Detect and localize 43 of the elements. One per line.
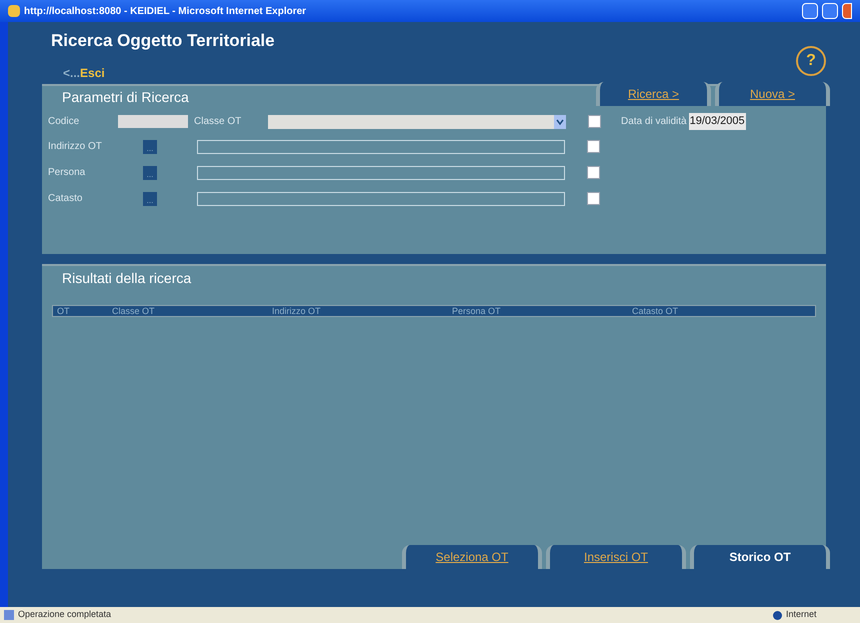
date-field[interactable]: 19/03/2005: [688, 113, 746, 130]
field-label: Indirizzo OT: [48, 140, 103, 154]
column-header: Persona OT: [452, 306, 502, 316]
minimize-button[interactable]: [802, 3, 818, 19]
panel-title: Parametri di Ricerca: [62, 88, 189, 106]
tab[interactable]: Seleziona OT: [402, 544, 542, 568]
class-dropdown[interactable]: [268, 114, 566, 128]
browse-button[interactable]: ...: [143, 166, 157, 180]
checkbox[interactable]: [587, 140, 600, 153]
exit-link[interactable]: <...Esci: [63, 64, 275, 82]
column-header: Catasto OT: [632, 306, 680, 316]
field-label: Data di validità: [621, 115, 687, 129]
field-label: Catasto: [48, 192, 84, 206]
tab[interactable]: Nuova >: [715, 82, 830, 106]
browser-icon: [8, 5, 20, 17]
page-title: Ricerca Oggetto Territoriale: [51, 30, 275, 52]
text-field[interactable]: [197, 192, 565, 206]
code-field[interactable]: [118, 115, 188, 128]
tab[interactable]: Storico OT: [690, 544, 830, 568]
field-label: Codice: [48, 115, 80, 129]
checkbox[interactable]: [587, 166, 600, 179]
zone-label: Internet: [786, 608, 818, 622]
status-message: Operazione completata: [18, 608, 112, 622]
browse-button[interactable]: ...: [143, 192, 157, 206]
checkbox[interactable]: [588, 115, 601, 128]
panel-title: Risultati della ricerca: [62, 268, 192, 288]
column-header: Indirizzo OT: [272, 306, 322, 316]
close-button[interactable]: [842, 3, 852, 19]
tab[interactable]: Ricerca >: [596, 82, 711, 106]
globe-icon: [773, 610, 782, 620]
tab[interactable]: Inserisci OT: [546, 544, 686, 568]
page-icon: [4, 610, 14, 620]
maximize-button[interactable]: [822, 3, 838, 19]
help-button[interactable]: ?: [796, 46, 826, 76]
checkbox[interactable]: [587, 192, 600, 205]
field-label: Classe OT: [194, 115, 242, 129]
column-header: Classe OT: [112, 306, 156, 316]
window-title: http://localhost:8080 - KEIDIEL - Microsoft Internet Explorer: [24, 4, 308, 18]
browse-button[interactable]: ...: [143, 140, 157, 154]
text-field[interactable]: [197, 140, 565, 154]
field-label: Persona: [48, 166, 86, 180]
text-field[interactable]: [197, 166, 565, 180]
column-header: OT: [57, 306, 70, 316]
